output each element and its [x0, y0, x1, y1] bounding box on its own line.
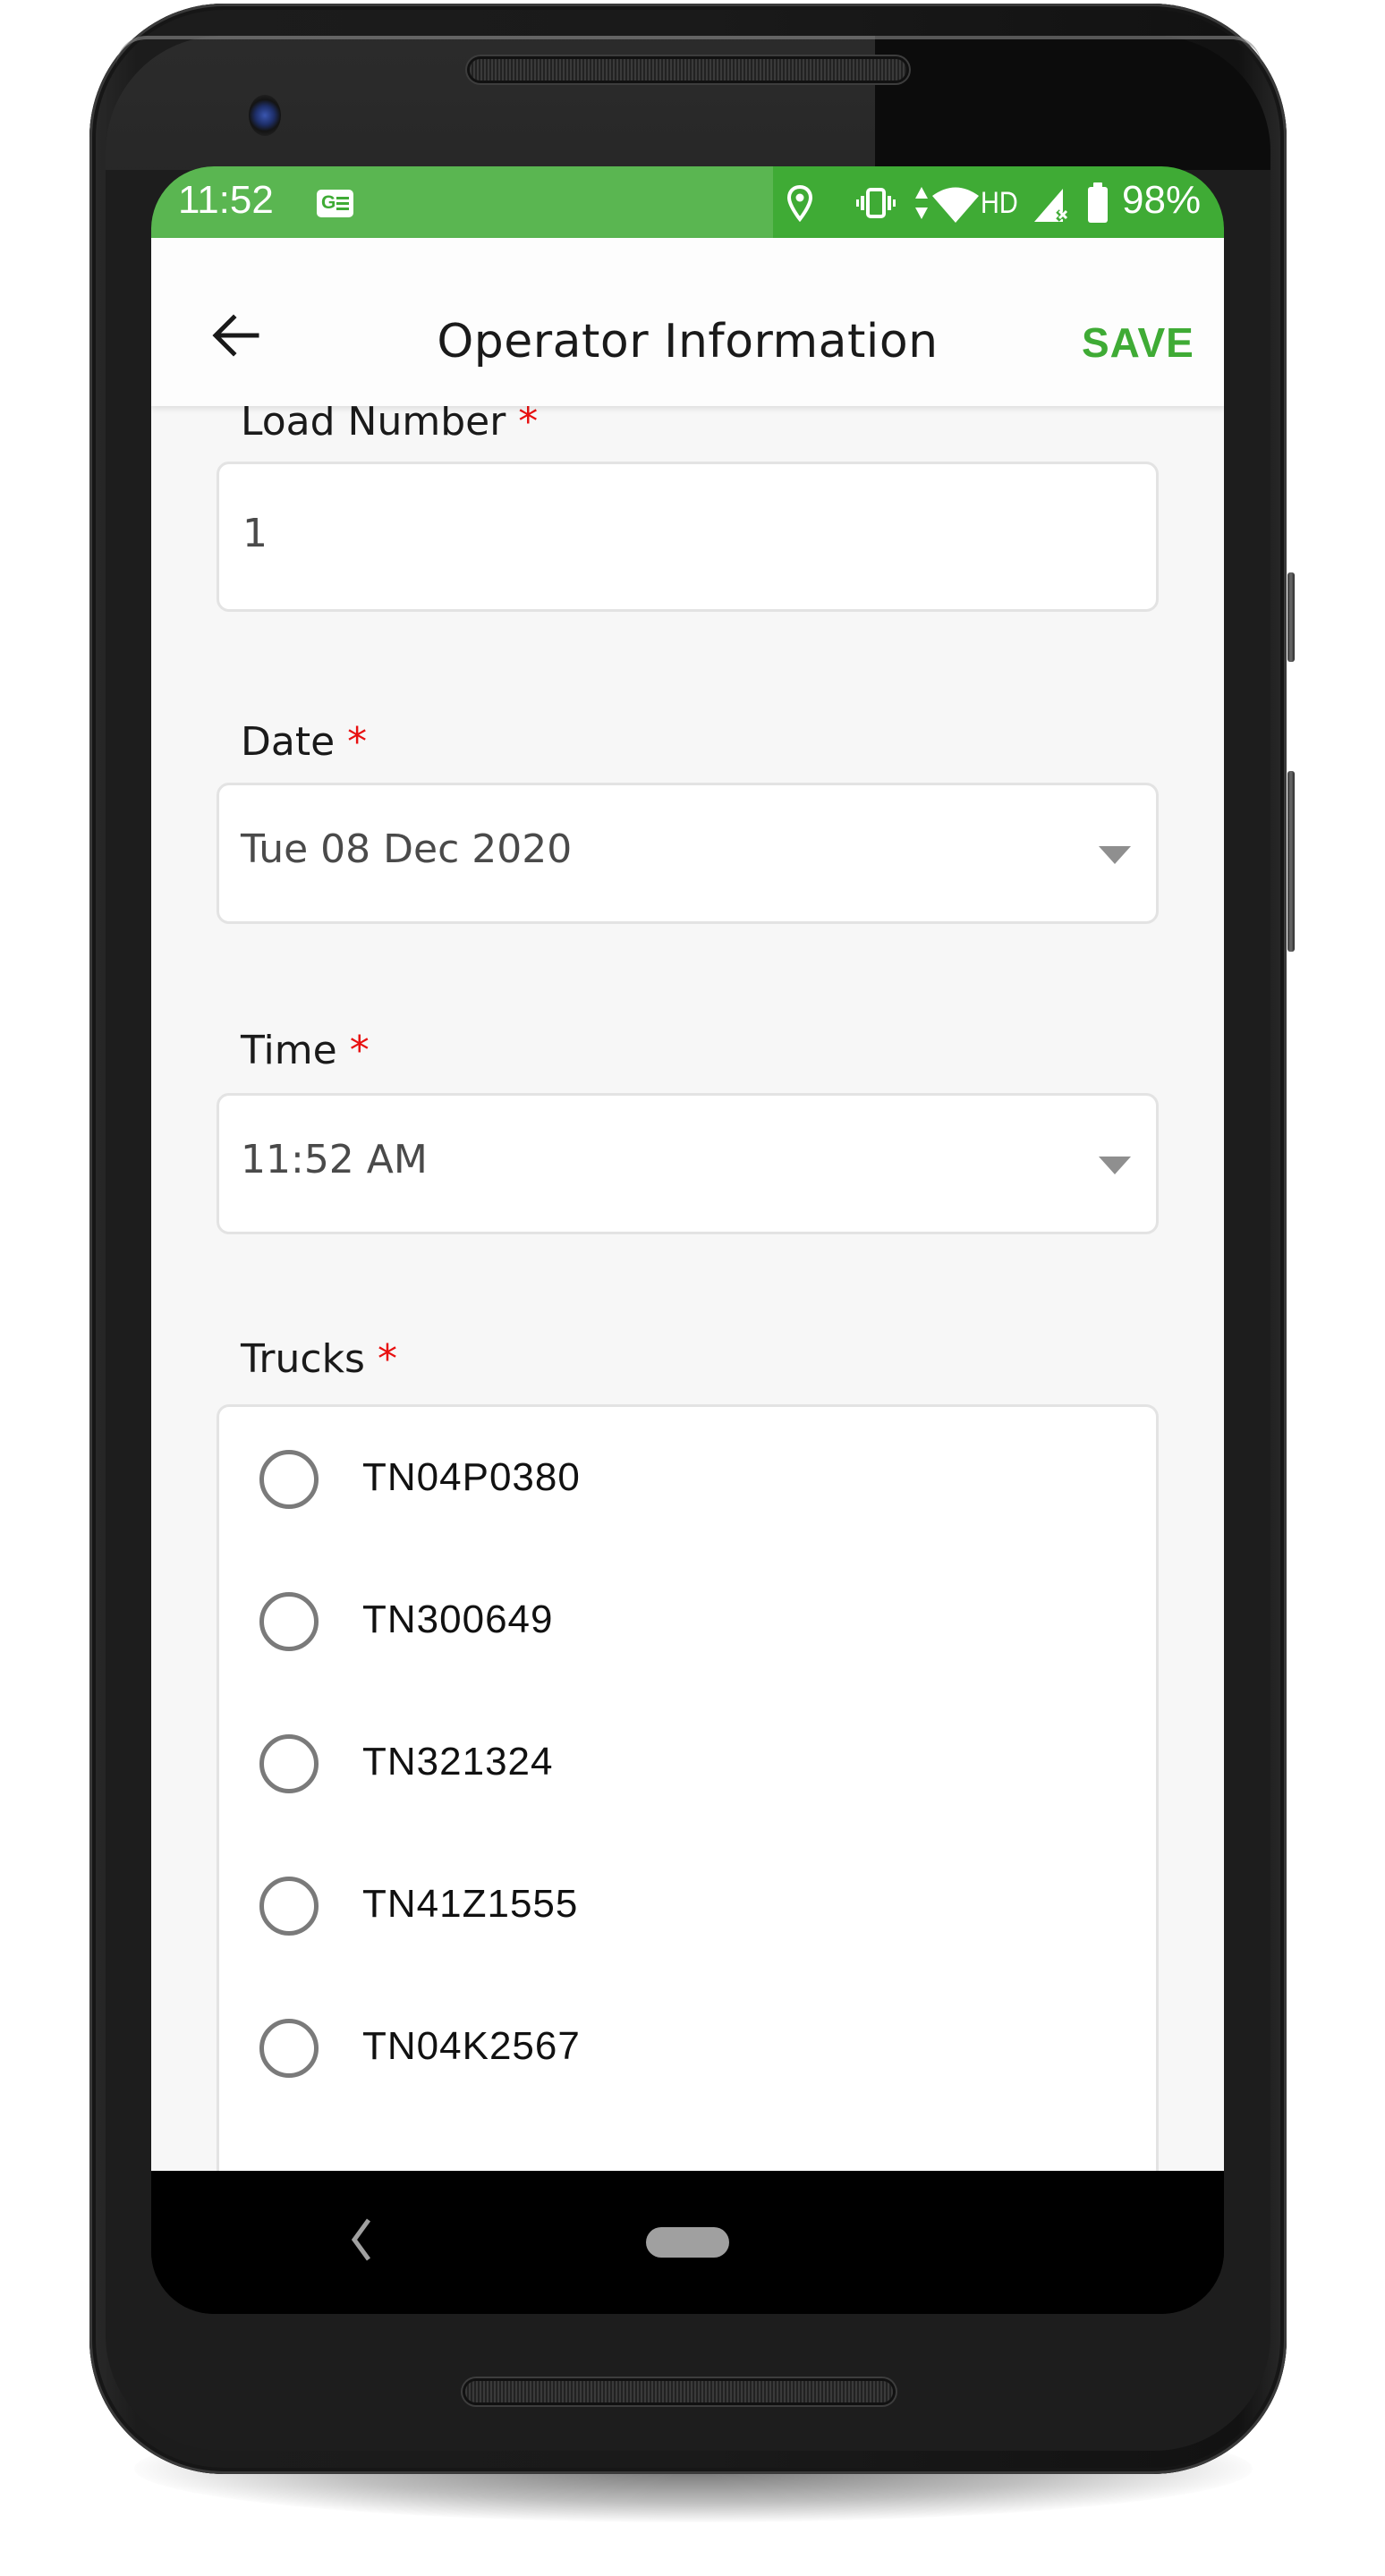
front-camera [249, 95, 281, 136]
load-number-label: Load Number * [241, 406, 538, 445]
load-number-label-text: Load Number [241, 406, 506, 445]
truck-option-label: TN300649 [362, 1597, 554, 1641]
radio-button[interactable] [259, 1592, 319, 1651]
radio-button[interactable] [259, 1877, 319, 1936]
bottom-speaker [465, 2381, 893, 2402]
status-bar: 11:52 G HD 98% [151, 166, 1224, 238]
required-marker: * [377, 1336, 397, 1382]
time-dropdown[interactable]: 11:52 AM [217, 1093, 1159, 1234]
power-button[interactable] [1287, 572, 1295, 662]
chevron-down-icon [1099, 846, 1131, 864]
nav-home-pill[interactable] [646, 2227, 729, 2258]
form-content: Load Number * 1 Date * Tue 08 Dec 2020 Tim… [151, 406, 1224, 2171]
trucks-label: Trucks * [241, 1336, 397, 1382]
truck-option-label: TN321324 [362, 1740, 554, 1784]
date-value: Tue 08 Dec 2020 [241, 826, 573, 872]
radio-button[interactable] [259, 1450, 319, 1509]
battery-icon [1088, 182, 1108, 223]
app-header: Operator Information SAVE [151, 238, 1224, 406]
load-number-input[interactable]: 1 [217, 462, 1159, 612]
phone-screen: 11:52 G HD 98% Operator Information SAVE… [151, 166, 1224, 2314]
radio-button[interactable] [259, 1734, 319, 1793]
truck-option-label: TN04P0380 [362, 1455, 581, 1499]
system-nav-bar [151, 2171, 1224, 2314]
page-title: Operator Information [437, 315, 939, 369]
earpiece-speaker [470, 59, 906, 80]
date-label: Date * [241, 719, 367, 765]
load-number-value: 1 [242, 511, 268, 556]
time-label-text: Time [241, 1028, 337, 1073]
time-label: Time * [241, 1028, 370, 1073]
trucks-label-text: Trucks [241, 1336, 365, 1382]
cell-signal-icon [1034, 189, 1068, 222]
volume-button[interactable] [1287, 771, 1295, 952]
nav-back-icon[interactable] [347, 2215, 374, 2265]
time-value: 11:52 AM [241, 1137, 428, 1182]
truck-option-label: TN41Z1555 [362, 1882, 579, 1926]
hd-voice-icon: HD [981, 186, 1018, 220]
truck-option[interactable]: TN300649 [219, 1567, 1156, 1674]
chevron-down-icon [1099, 1157, 1131, 1174]
location-icon [786, 184, 813, 222]
truck-option[interactable]: TN04P0380 [219, 1425, 1156, 1532]
required-marker: * [518, 406, 539, 445]
google-news-icon: G [317, 190, 353, 217]
truck-option-label: TN04K2567 [362, 2024, 581, 2068]
date-label-text: Date [241, 719, 336, 765]
radio-button[interactable] [259, 2019, 319, 2078]
required-marker: * [347, 719, 368, 765]
data-activity-icon [915, 187, 928, 219]
date-dropdown[interactable]: Tue 08 Dec 2020 [217, 783, 1159, 924]
trucks-radio-group: TN04P0380 TN300649 TN321324 TN41Z1555 TN… [217, 1404, 1159, 2171]
truck-option[interactable]: TN321324 [219, 1709, 1156, 1817]
truck-option[interactable]: TN41Z1555 [219, 1852, 1156, 1959]
status-time: 11:52 [178, 178, 274, 222]
vibrate-icon [856, 188, 896, 218]
wifi-icon [932, 187, 979, 223]
truck-option[interactable]: TN04K2567 [219, 1994, 1156, 2101]
required-marker: * [349, 1028, 370, 1073]
save-button[interactable]: SAVE [1082, 318, 1194, 367]
battery-percent: 98% [1122, 178, 1202, 222]
